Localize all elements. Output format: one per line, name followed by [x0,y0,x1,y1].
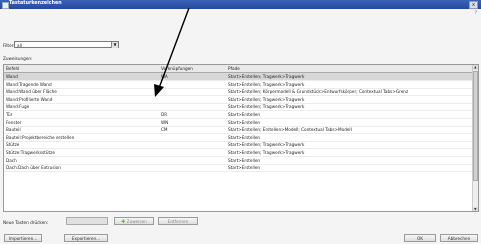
help-icon[interactable]: ? [475,11,477,16]
shortcuts-table: Befehl Verknüpfungen Pfade Wand WA Start>E… [3,64,479,212]
command-cell: Wand:Profilierte Wand [6,96,53,102]
command-cell: Stütze [6,142,20,148]
close-button[interactable]: x [469,1,478,9]
new-keys-input[interactable] [66,217,108,225]
chevron-down-icon[interactable]: ▼ [111,42,118,48]
scroll-up-icon[interactable]: ▲ [472,65,478,70]
filter-dropdown[interactable]: all ▼ [14,41,119,48]
title-bar[interactable]: Tastaturkenzeichen x [0,0,481,9]
column-header-command[interactable]: Befehl [6,66,19,71]
command-cell: Wand:Tragende Wand [6,81,52,87]
assignments-label: Zuweisungen: [3,56,33,61]
scroll-down-icon[interactable]: ▼ [472,207,478,211]
command-cell: Wand:Fuge [6,104,30,110]
path-cell: Start>Erstellen; Tragwerk>Tragwerk [228,81,305,87]
column-header-paths[interactable]: Pfade [228,66,240,71]
path-cell: Start>Erstellen [228,119,261,125]
command-cell: Bauteil:Projektbereiche erstellen [6,134,75,140]
path-cell: Start>Erstellen; Erstellen>Modell; Conte… [228,127,352,133]
command-cell: Stütze:Tragwerksstütze [6,150,55,155]
command-cell: Wand [6,74,18,79]
assign-button-label: Zuweisen [126,219,147,224]
ok-button[interactable]: OK [404,234,436,242]
keyboard-shortcuts-dialog: Tastaturkenzeichen x ? Filter: all ▼ Zuw… [0,0,481,244]
export-button[interactable]: Exportieren... [64,234,108,242]
path-cell: Start>Erstellen [228,134,261,140]
path-cell: Start>Erstellen [228,165,261,171]
path-cell: Start>Erstellen; Körpermodell & Grundstü… [228,89,409,95]
command-cell: Dach:Dach über Extrusion [6,165,61,171]
table-row[interactable]: Dach:Dach über Extrusion Start>Erstellen [4,164,474,173]
remove-button[interactable]: Entfernen [158,217,198,225]
command-cell: Wand:Wand über Fläche [6,89,57,95]
command-cell: Bauteil [6,127,21,133]
command-cell: Dach [6,157,17,163]
shortcut-cell: CM [161,127,168,133]
path-cell: Start>Erstellen; Tragwerk>Tragwerk [228,150,305,155]
app-icon [2,2,9,9]
path-cell: Start>Erstellen; Tragwerk>Tragwerk [228,74,305,79]
cancel-button[interactable]: Abbrechen [440,234,478,242]
column-header-shortcuts[interactable]: Verknüpfungen [161,66,193,71]
import-button[interactable]: Importieren... [4,234,42,242]
shortcut-cell: DR [161,112,168,117]
vertical-scrollbar[interactable]: ▲ ▼ [471,65,478,211]
filter-value: all [17,42,22,48]
command-cell: Fenster [6,119,22,125]
plus-icon: ✚ [121,219,126,225]
path-cell: Start>Erstellen; Tragwerk>Tragwerk [228,104,305,110]
path-cell: Start>Erstellen; Tragwerk>Tragwerk [228,142,305,148]
shortcut-cell: WN [161,119,169,125]
shortcut-cell: WA [161,74,168,79]
path-cell: Start>Erstellen [228,112,261,117]
path-cell: Start>Erstellen [228,157,261,163]
path-cell: Start>Erstellen; Tragwerk>Tragwerk [228,96,305,102]
new-keys-label: Neue Tasten drücken: [3,220,49,225]
command-cell: Tür [6,112,13,117]
filter-label: Filter: [3,43,15,48]
assign-button[interactable]: ✚ Zuweisen [114,217,154,225]
scroll-thumb[interactable] [473,71,478,181]
window-title: Tastaturkenzeichen [9,1,62,6]
